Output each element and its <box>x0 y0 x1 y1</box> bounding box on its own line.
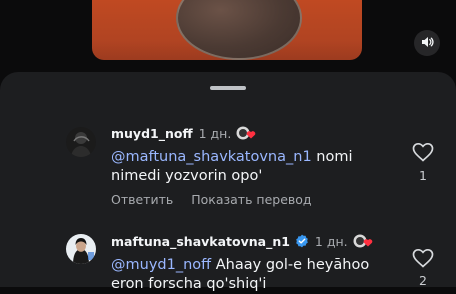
comment-text: @maftuna_shavkatovna_n1 nomi <box>111 148 353 167</box>
verified-badge-icon <box>295 234 309 248</box>
mute-toggle-button[interactable] <box>414 30 440 56</box>
comment-text-line2: eron forscha qo'shiq'i <box>111 276 267 292</box>
comment-mention[interactable]: @muyd1_noff <box>111 257 211 273</box>
avatar[interactable] <box>66 234 96 264</box>
like-button[interactable] <box>412 142 434 162</box>
translate-button[interactable]: Показать перевод <box>191 192 311 207</box>
video-subject <box>176 0 302 60</box>
comment-text: @muyd1_noff Ahaay gol-e heyāhoo <box>111 256 369 275</box>
avatar[interactable] <box>66 127 96 157</box>
comment-header: maftuna_shavkatovna_n1 1 дн. <box>111 233 375 249</box>
comment-timestamp: 1 дн. <box>314 233 348 249</box>
heart-reaction-icon <box>236 125 258 141</box>
reel-video-thumbnail[interactable] <box>92 0 362 60</box>
comment-username[interactable]: muyd1_noff <box>111 126 193 141</box>
comment-actions: Ответить Показать перевод <box>111 192 312 207</box>
heart-reaction-icon <box>353 233 375 249</box>
sheet-drag-handle[interactable] <box>210 86 246 90</box>
like-count: 1 <box>419 168 427 183</box>
reply-button[interactable]: Ответить <box>111 192 173 207</box>
like-button[interactable] <box>412 248 434 268</box>
comment-timestamp: 1 дн. <box>198 125 232 141</box>
comment-mention[interactable]: @maftuna_shavkatovna_n1 <box>111 149 312 165</box>
comments-sheet: muyd1_noff 1 дн. @maftuna_shavkatovna_n1… <box>0 72 456 292</box>
heart-icon <box>412 142 434 162</box>
speaker-icon <box>420 34 434 53</box>
reel-video-area[interactable] <box>0 0 456 80</box>
like-count: 2 <box>419 273 427 288</box>
comment-header: muyd1_noff 1 дн. <box>111 125 258 141</box>
comment-text-line1: nomi <box>311 149 353 165</box>
heart-icon <box>412 248 434 268</box>
comment-text-line2: nimedi yozvorin opo' <box>111 168 263 184</box>
comment-username[interactable]: maftuna_shavkatovna_n1 <box>111 234 290 249</box>
comment-text-line1: Ahaay gol-e heyāhoo <box>211 257 370 273</box>
